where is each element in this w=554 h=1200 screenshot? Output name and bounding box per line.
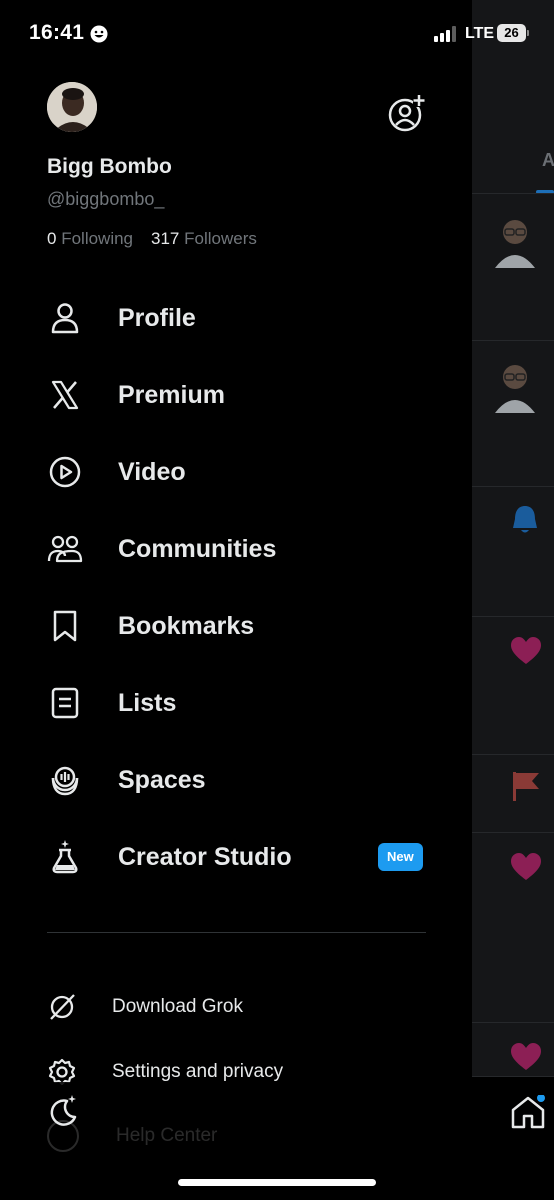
- navigation-drawer: Bigg Bombo @biggbombo_ 0 Following 317 Fo…: [0, 0, 472, 1199]
- help-center-label: Help Center: [116, 1125, 218, 1146]
- menu-item-label: Profile: [118, 303, 196, 332]
- bookmark-icon: [47, 608, 83, 644]
- cellular-signal-icon: [434, 26, 456, 42]
- bell-icon: [510, 504, 540, 541]
- status-time: 16:41: [29, 21, 85, 44]
- following-count: 0: [47, 229, 57, 248]
- menu-item-label: Communities: [118, 534, 277, 563]
- avatar-icon: [492, 357, 538, 420]
- menu-item-label: Video: [118, 457, 186, 486]
- menu-item-label: Creator Studio: [118, 842, 292, 871]
- menu-item-label: Lists: [118, 688, 177, 717]
- network-type: LTE: [465, 25, 495, 42]
- dark-mode-toggle-icon[interactable]: [47, 1093, 81, 1127]
- background-tab-letter: A: [542, 150, 554, 170]
- followers-label: Followers: [184, 229, 257, 248]
- status-bar: 16:41 LTE 26: [0, 0, 554, 70]
- bottom-tab-bar: [472, 1076, 554, 1200]
- following-link[interactable]: 0 Following: [47, 229, 133, 248]
- menu-item-premium[interactable]: Premium: [47, 367, 437, 423]
- flask-icon: [47, 839, 83, 875]
- menu-item-lists[interactable]: Lists: [47, 675, 437, 731]
- menu-item-spaces[interactable]: Spaces: [47, 752, 437, 808]
- settings-label: Settings and privacy: [112, 1061, 284, 1082]
- battery-icon: 26: [497, 24, 526, 42]
- menu-item-communities[interactable]: Communities: [47, 521, 437, 577]
- heart-icon: [510, 1042, 542, 1077]
- background-timeline: [472, 0, 554, 1199]
- home-icon[interactable]: [510, 1094, 546, 1134]
- new-badge: New: [378, 843, 423, 871]
- menu-item-label: Spaces: [118, 765, 206, 794]
- play-circle-icon: [47, 454, 83, 490]
- menu-item-label: Bookmarks: [118, 611, 255, 640]
- following-label: Following: [61, 229, 134, 248]
- heart-icon: [510, 636, 542, 671]
- smiley-face-icon: [90, 25, 108, 48]
- download-grok-button[interactable]: Download Grok: [47, 985, 437, 1029]
- avatar[interactable]: [47, 82, 97, 132]
- add-account-icon[interactable]: [388, 94, 426, 132]
- heart-icon: [510, 852, 542, 887]
- spaces-icon: [47, 762, 83, 798]
- avatar-icon: [492, 212, 538, 275]
- menu-item-profile[interactable]: Profile: [47, 290, 437, 346]
- profile-handle: @biggbombo_: [47, 189, 165, 209]
- followers-link[interactable]: 317 Followers: [151, 229, 257, 248]
- menu-item-creator-studio[interactable]: Creator Studio New: [47, 829, 437, 885]
- divider: [47, 932, 426, 933]
- menu-item-video[interactable]: Video: [47, 444, 437, 500]
- menu-item-label: Premium: [118, 380, 225, 409]
- list-icon: [47, 685, 83, 721]
- home-indicator: [178, 1179, 376, 1186]
- profile-name[interactable]: Bigg Bombo: [47, 155, 172, 179]
- follow-stats: 0 Following 317 Followers: [47, 229, 257, 249]
- followers-count: 317: [151, 229, 180, 248]
- x-logo-icon: [47, 377, 83, 413]
- person-icon: [47, 300, 83, 336]
- communities-icon: [47, 531, 83, 567]
- grok-icon: [47, 992, 77, 1022]
- flag-icon: [512, 770, 540, 807]
- menu-item-bookmarks[interactable]: Bookmarks: [47, 598, 437, 654]
- download-grok-label: Download Grok: [112, 996, 243, 1017]
